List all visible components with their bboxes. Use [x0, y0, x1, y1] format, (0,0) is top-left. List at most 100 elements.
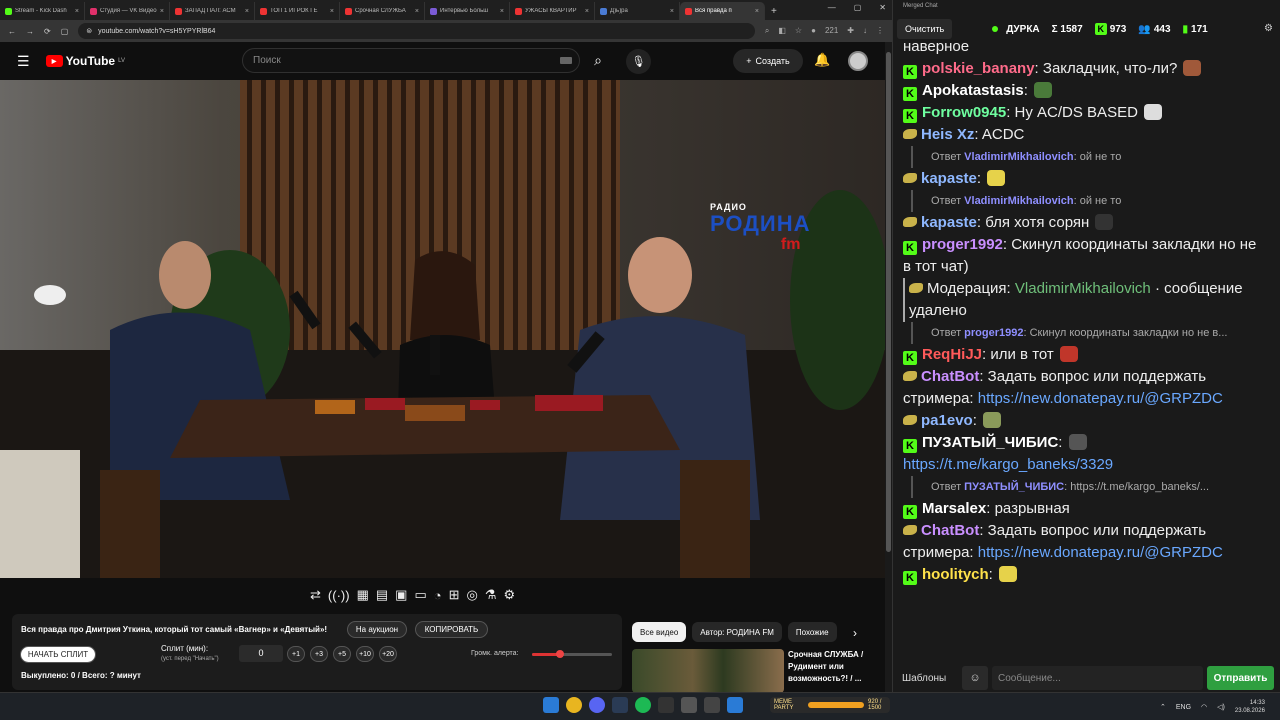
- filter-chip[interactable]: Похожие: [787, 622, 837, 642]
- zoom-icon[interactable]: ⌕: [765, 26, 769, 36]
- flask-icon[interactable]: ⚗: [485, 587, 497, 603]
- site-info-icon[interactable]: ⊜: [86, 27, 92, 35]
- extension-icon[interactable]: ●: [811, 26, 816, 36]
- screenshot-icon[interactable]: ◎: [467, 587, 478, 603]
- recommended-thumbnail[interactable]: [632, 649, 784, 693]
- download-icon[interactable]: ↓: [863, 26, 867, 36]
- reply-username[interactable]: ПУЗАТЫЙ_ЧИБИС: [964, 481, 1064, 493]
- search-button[interactable]: ⌕: [582, 48, 614, 73]
- broadcast-icon[interactable]: ((·)): [328, 588, 350, 603]
- bell-icon[interactable]: 🔔: [814, 52, 830, 68]
- start-split-button[interactable]: НАЧАТЬ СПЛИТ: [20, 646, 96, 663]
- auction-button[interactable]: На аукцион: [347, 621, 407, 638]
- repeat-icon[interactable]: ⇄: [310, 587, 321, 603]
- search-input[interactable]: Поиск: [242, 48, 580, 73]
- reply-username[interactable]: VladimirMikhailovich: [964, 151, 1073, 163]
- copy-button[interactable]: КОПИРОВАТЬ: [415, 621, 488, 638]
- tab-close-icon[interactable]: ×: [415, 8, 419, 15]
- templates-button[interactable]: Шаблоны: [898, 673, 958, 684]
- tab-close-icon[interactable]: ×: [670, 8, 674, 15]
- maximize-icon[interactable]: ▢: [854, 3, 862, 12]
- split-minutes-input[interactable]: 0: [239, 645, 283, 662]
- chat-username[interactable]: Heis Xz: [921, 126, 974, 143]
- recommended-video[interactable]: Срочная СЛУЖБА / Рудимент или возможност…: [632, 649, 882, 693]
- tab-close-icon[interactable]: ×: [75, 8, 79, 15]
- speed-icon[interactable]: ◔: [434, 588, 442, 603]
- chat-username[interactable]: ReqHiJJ: [922, 346, 982, 363]
- increment-button[interactable]: +1: [287, 646, 305, 662]
- volume-icon[interactable]: ◁): [1217, 703, 1225, 711]
- browser-tab[interactable]: ТОП 1 ИГРОК ГЕ ×: [255, 2, 340, 20]
- filter-chip[interactable]: Автор: РОДИНА FM: [692, 622, 782, 642]
- mic-button[interactable]: 🎙: [626, 49, 651, 74]
- tray-chevron-icon[interactable]: ⌃: [1160, 703, 1166, 711]
- reply-username[interactable]: proger1992: [964, 327, 1023, 339]
- settings-icon[interactable]: ⚙: [504, 587, 516, 603]
- clock[interactable]: 14:33 23.08.2026: [1235, 699, 1265, 715]
- browser-tab[interactable]: Студия — VK Видео ×: [85, 2, 170, 20]
- browser-tab[interactable]: Срочная СЛУЖБА ×: [340, 2, 425, 20]
- message-link[interactable]: https://t.me/kargo_baneks/3329: [903, 456, 1113, 473]
- message-link[interactable]: https://new.donatepay.ru/@GRPZDC: [978, 390, 1223, 407]
- discord-icon[interactable]: [589, 697, 605, 713]
- app2-icon[interactable]: [704, 697, 720, 713]
- picture-icon[interactable]: ▣: [395, 587, 407, 603]
- increment-button[interactable]: +3: [310, 646, 328, 662]
- increment-button[interactable]: +5: [333, 646, 351, 662]
- avatar[interactable]: [848, 51, 868, 71]
- scrollbar-thumb[interactable]: [886, 52, 891, 552]
- reload-icon[interactable]: ⟳: [44, 27, 51, 36]
- puzzle-icon[interactable]: ✚: [847, 26, 854, 36]
- chat-username[interactable]: Apokatastasis: [922, 82, 1024, 99]
- steam-icon[interactable]: [612, 697, 628, 713]
- chat-username[interactable]: ChatBot: [921, 368, 979, 385]
- message-link[interactable]: https://new.donatepay.ru/@GRPZDC: [978, 544, 1223, 561]
- browser-tab[interactable]: ЗАПАД ПАЛ: АСМ ×: [170, 2, 255, 20]
- mod-username[interactable]: VladimirMikhailovich: [1015, 280, 1151, 297]
- tab-close-icon[interactable]: ×: [500, 8, 504, 15]
- video-player[interactable]: РАДИО РОДИНА fm: [0, 80, 885, 578]
- increment-button[interactable]: +10: [356, 646, 374, 662]
- url-field[interactable]: ⊜ youtube.com/watch?v=sH5YPYRlB64: [78, 23, 755, 39]
- tab-close-icon[interactable]: ×: [585, 8, 589, 15]
- send-button[interactable]: Отправить: [1207, 666, 1274, 690]
- browser-tab[interactable]: Вся правда п ×: [680, 2, 765, 20]
- minimize-icon[interactable]: —: [828, 3, 836, 12]
- start-icon[interactable]: [543, 697, 559, 713]
- chat-username[interactable]: Marsalex: [922, 500, 986, 517]
- youtube-logo[interactable]: ▶ YouTube LV: [45, 54, 125, 68]
- language-indicator[interactable]: ENG: [1176, 704, 1191, 711]
- chat-username[interactable]: Forrow0945: [922, 104, 1006, 121]
- emoji-button[interactable]: ☺: [962, 666, 988, 690]
- page-scrollbar[interactable]: [885, 42, 892, 692]
- subtitles-icon[interactable]: ▭: [414, 587, 426, 603]
- close-window-icon[interactable]: ✕: [879, 3, 886, 12]
- menu-dots-icon[interactable]: ⋮: [876, 26, 884, 36]
- create-button[interactable]: + Создать: [733, 49, 803, 73]
- browser-tab[interactable]: Интервью Больш ×: [425, 2, 510, 20]
- add-box-icon[interactable]: ⊞: [449, 587, 460, 603]
- wifi-icon[interactable]: ◠: [1201, 703, 1207, 711]
- split-view-icon[interactable]: ▢: [61, 27, 69, 36]
- alert-volume-slider[interactable]: [532, 650, 612, 658]
- alert-volume-knob[interactable]: [556, 650, 564, 658]
- recommended-title[interactable]: Срочная СЛУЖБА / Рудимент или возможност…: [788, 649, 882, 685]
- chat-username[interactable]: kapaste: [921, 170, 977, 187]
- keyboard-icon[interactable]: [560, 57, 572, 64]
- clapper-icon[interactable]: ▤: [376, 587, 388, 603]
- tab-close-icon[interactable]: ×: [330, 8, 334, 15]
- filter-chip[interactable]: Все видео: [632, 622, 687, 642]
- tab-close-icon[interactable]: ×: [245, 8, 249, 15]
- hamburger-icon[interactable]: ☰: [17, 53, 30, 70]
- browser-tab[interactable]: Stream - Kick Dash ×: [0, 2, 85, 20]
- chrome-icon[interactable]: [566, 697, 582, 713]
- app3-icon[interactable]: [727, 697, 743, 713]
- back-icon[interactable]: ←: [8, 27, 16, 36]
- increment-button[interactable]: +20: [379, 646, 397, 662]
- reply-username[interactable]: VladimirMikhailovich: [964, 195, 1073, 207]
- chat-username[interactable]: hoolitych: [922, 566, 989, 583]
- chat-username[interactable]: kapaste: [921, 214, 977, 231]
- chat-username[interactable]: pa1evo: [921, 412, 973, 429]
- spotify-icon[interactable]: [635, 697, 651, 713]
- translate-icon[interactable]: ◧: [778, 26, 786, 36]
